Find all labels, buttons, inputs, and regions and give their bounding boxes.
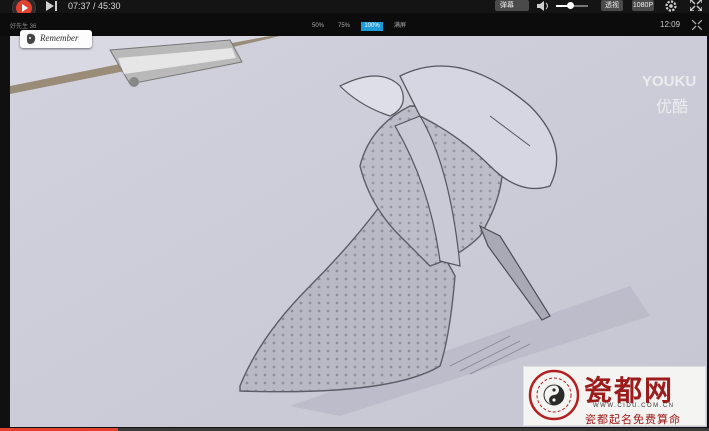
clock: 12:09 <box>660 20 681 29</box>
volume-slider[interactable] <box>556 2 588 9</box>
remember-label: Remember <box>40 33 79 43</box>
cidu-watermark: 瓷都网 WWW.CIDU.COM.CN 瓷都起名免费算命 <box>523 366 706 426</box>
tone-label: 透视 <box>605 2 619 9</box>
resolution-label: 1080P <box>632 2 654 9</box>
gear-icon[interactable] <box>664 0 678 13</box>
player-control-bar: 07:37 / 45:30 弹幕 透视 1080P <box>0 0 709 20</box>
cidu-seal-logo <box>528 369 580 421</box>
danmu-label: 弹幕 <box>500 2 514 9</box>
tone-button[interactable]: 透视 <box>601 0 623 11</box>
youku-logo-cn: 优酷 <box>656 99 689 116</box>
next-icon[interactable] <box>46 1 58 11</box>
volume-icon[interactable] <box>537 0 551 12</box>
uploader-name: 好先生 36 <box>10 24 37 30</box>
danmu-toggle[interactable]: 弹幕 <box>495 0 529 11</box>
ratio-50[interactable]: 50% <box>309 22 327 31</box>
time-display: 07:37 / 45:30 <box>68 1 121 11</box>
ratio-fill[interactable]: 满屏 <box>391 22 409 31</box>
resolution-button[interactable]: 1080P <box>632 0 654 11</box>
remember-button[interactable]: Remember <box>20 30 92 48</box>
exit-fullscreen-icon[interactable] <box>692 20 702 30</box>
fullscreen-icon[interactable] <box>690 0 702 11</box>
player-info-bar: 好先生 36 50% 75% 100% 满屏 12:09 <box>0 13 709 36</box>
volume-knob[interactable] <box>567 2 575 9</box>
ratio-100[interactable]: 100% <box>361 22 383 31</box>
youku-logo: YOUKU <box>642 73 697 90</box>
watermark-url: WWW.CIDU.COM.CN <box>593 403 675 409</box>
ratio-75[interactable]: 75% <box>335 22 353 31</box>
watermark-slogan: 瓷都起名免费算命 <box>585 414 681 426</box>
evernote-elephant-icon <box>27 33 36 44</box>
